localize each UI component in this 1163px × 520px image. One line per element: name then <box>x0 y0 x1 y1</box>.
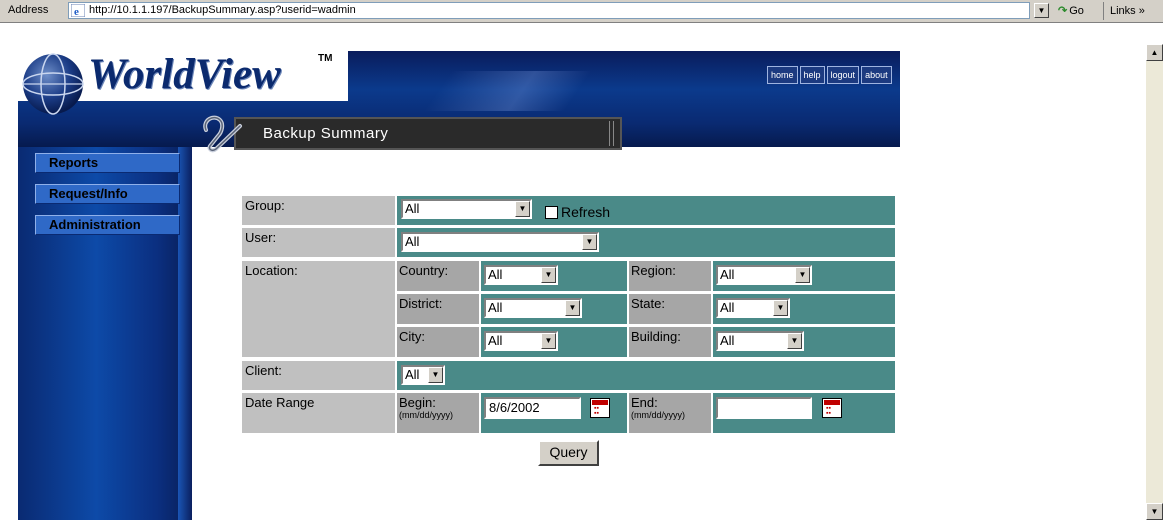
globe-logo-icon <box>22 53 84 115</box>
address-label: Address <box>8 4 49 16</box>
end-label: End: <box>631 395 658 410</box>
region-label: Region: <box>629 261 711 291</box>
group-label: Group: <box>242 196 395 225</box>
city-label: City: <box>397 327 479 357</box>
client-cell <box>397 361 895 390</box>
chevron-down-icon: ▼ <box>565 300 580 316</box>
district-select[interactable]: All ▼ <box>484 298 582 318</box>
state-label: State: <box>629 294 711 324</box>
chevron-down-icon: ▼ <box>795 267 810 283</box>
chevron-down-icon: ▼ <box>582 234 597 250</box>
city-select-value: All <box>488 333 503 348</box>
left-nav-edge <box>178 147 192 520</box>
trademark-mark: TM <box>318 53 333 64</box>
user-select[interactable]: All ▼ <box>401 232 599 252</box>
building-select-value: All <box>720 333 735 348</box>
region-select-value: All <box>720 267 735 282</box>
begin-label: Begin: <box>399 395 436 410</box>
district-select-value: All <box>488 300 503 315</box>
top-links: home help logout about <box>767 66 892 84</box>
url-text: http://10.1.1.197/BackupSummary.asp?user… <box>89 4 356 16</box>
chevron-down-icon: ▼ <box>787 333 802 349</box>
end-calendar-icon[interactable]: ▪▪ ▪▪ <box>822 398 842 418</box>
ie-page-icon: e <box>71 4 85 17</box>
region-select[interactable]: All ▼ <box>716 265 812 285</box>
calendar-grid: ▪▪ ▪▪ <box>594 405 599 417</box>
begin-date-input[interactable]: 8/6/2002 <box>484 397 581 419</box>
go-arrow-icon: ↷ <box>1058 5 1068 17</box>
end-date-input[interactable] <box>716 397 812 419</box>
state-select-value: All <box>720 300 735 315</box>
country-select[interactable]: All ▼ <box>484 265 558 285</box>
nav-administration[interactable]: Administration <box>35 215 180 235</box>
client-select-value: All <box>405 367 420 382</box>
url-history-dropdown[interactable]: ▼ <box>1034 3 1049 18</box>
country-select-value: All <box>488 267 503 282</box>
nav-request-info[interactable]: Request/Info <box>35 184 180 204</box>
go-button[interactable]: ↷ Go <box>1058 2 1084 20</box>
district-label: District: <box>397 294 479 324</box>
url-input[interactable]: e http://10.1.1.197/BackupSummary.asp?us… <box>68 2 1030 19</box>
begin-label-cell: Begin: (mm/dd/yyyy) <box>397 393 479 433</box>
refresh-checkbox[interactable] <box>545 206 558 219</box>
chevron-down-icon: ▼ <box>515 201 530 217</box>
group-select[interactable]: All ▼ <box>401 199 532 219</box>
calendar-grid: ▪▪ ▪▪ <box>826 405 831 417</box>
end-date-format-hint: (mm/dd/yyyy) <box>631 410 685 420</box>
go-label: Go <box>1069 5 1084 17</box>
links-button[interactable]: Links » <box>1103 2 1145 20</box>
user-label: User: <box>242 228 395 257</box>
banner-swoosh <box>423 71 593 111</box>
vertical-scrollbar[interactable]: ▲ ▼ <box>1146 44 1163 520</box>
address-bar: Address e http://10.1.1.197/BackupSummar… <box>0 0 1163 23</box>
about-link[interactable]: about <box>861 66 892 84</box>
building-label: Building: <box>629 327 711 357</box>
begin-calendar-icon[interactable]: ▪▪ ▪▪ <box>590 398 610 418</box>
state-select[interactable]: All ▼ <box>716 298 790 318</box>
country-label: Country: <box>397 261 479 291</box>
help-link[interactable]: help <box>799 66 825 84</box>
chevron-down-icon: ▼ <box>428 367 443 383</box>
location-label: Location: <box>242 261 395 357</box>
title-tab-groove <box>609 121 614 146</box>
nav-reports[interactable]: Reports <box>35 153 180 173</box>
logout-link[interactable]: logout <box>826 66 860 84</box>
user-select-value: All <box>405 234 420 249</box>
chevron-down-icon: ▼ <box>541 267 556 283</box>
hook-icon <box>203 115 242 153</box>
end-label-cell: End: (mm/dd/yyyy) <box>629 393 711 433</box>
scroll-down-button[interactable]: ▼ <box>1146 503 1163 520</box>
page-title: Backup Summary <box>263 125 389 142</box>
scroll-up-button[interactable]: ▲ <box>1146 44 1163 61</box>
query-button[interactable]: Query <box>538 440 599 466</box>
city-select[interactable]: All ▼ <box>484 331 558 351</box>
refresh-label: Refresh <box>561 204 611 220</box>
begin-date-format-hint: (mm/dd/yyyy) <box>399 410 453 420</box>
home-link[interactable]: home <box>767 66 798 84</box>
client-label: Client: <box>242 361 395 390</box>
svg-text:e: e <box>74 6 79 17</box>
begin-date-value: 8/6/2002 <box>489 400 540 415</box>
chevron-down-icon: ▼ <box>773 300 788 316</box>
client-select[interactable]: All ▼ <box>401 365 445 385</box>
chevron-down-icon: ▼ <box>541 333 556 349</box>
app-logo-text: WorldView <box>88 51 281 98</box>
building-select[interactable]: All ▼ <box>716 331 804 351</box>
group-select-value: All <box>405 201 420 216</box>
date-range-label: Date Range <box>242 393 395 433</box>
